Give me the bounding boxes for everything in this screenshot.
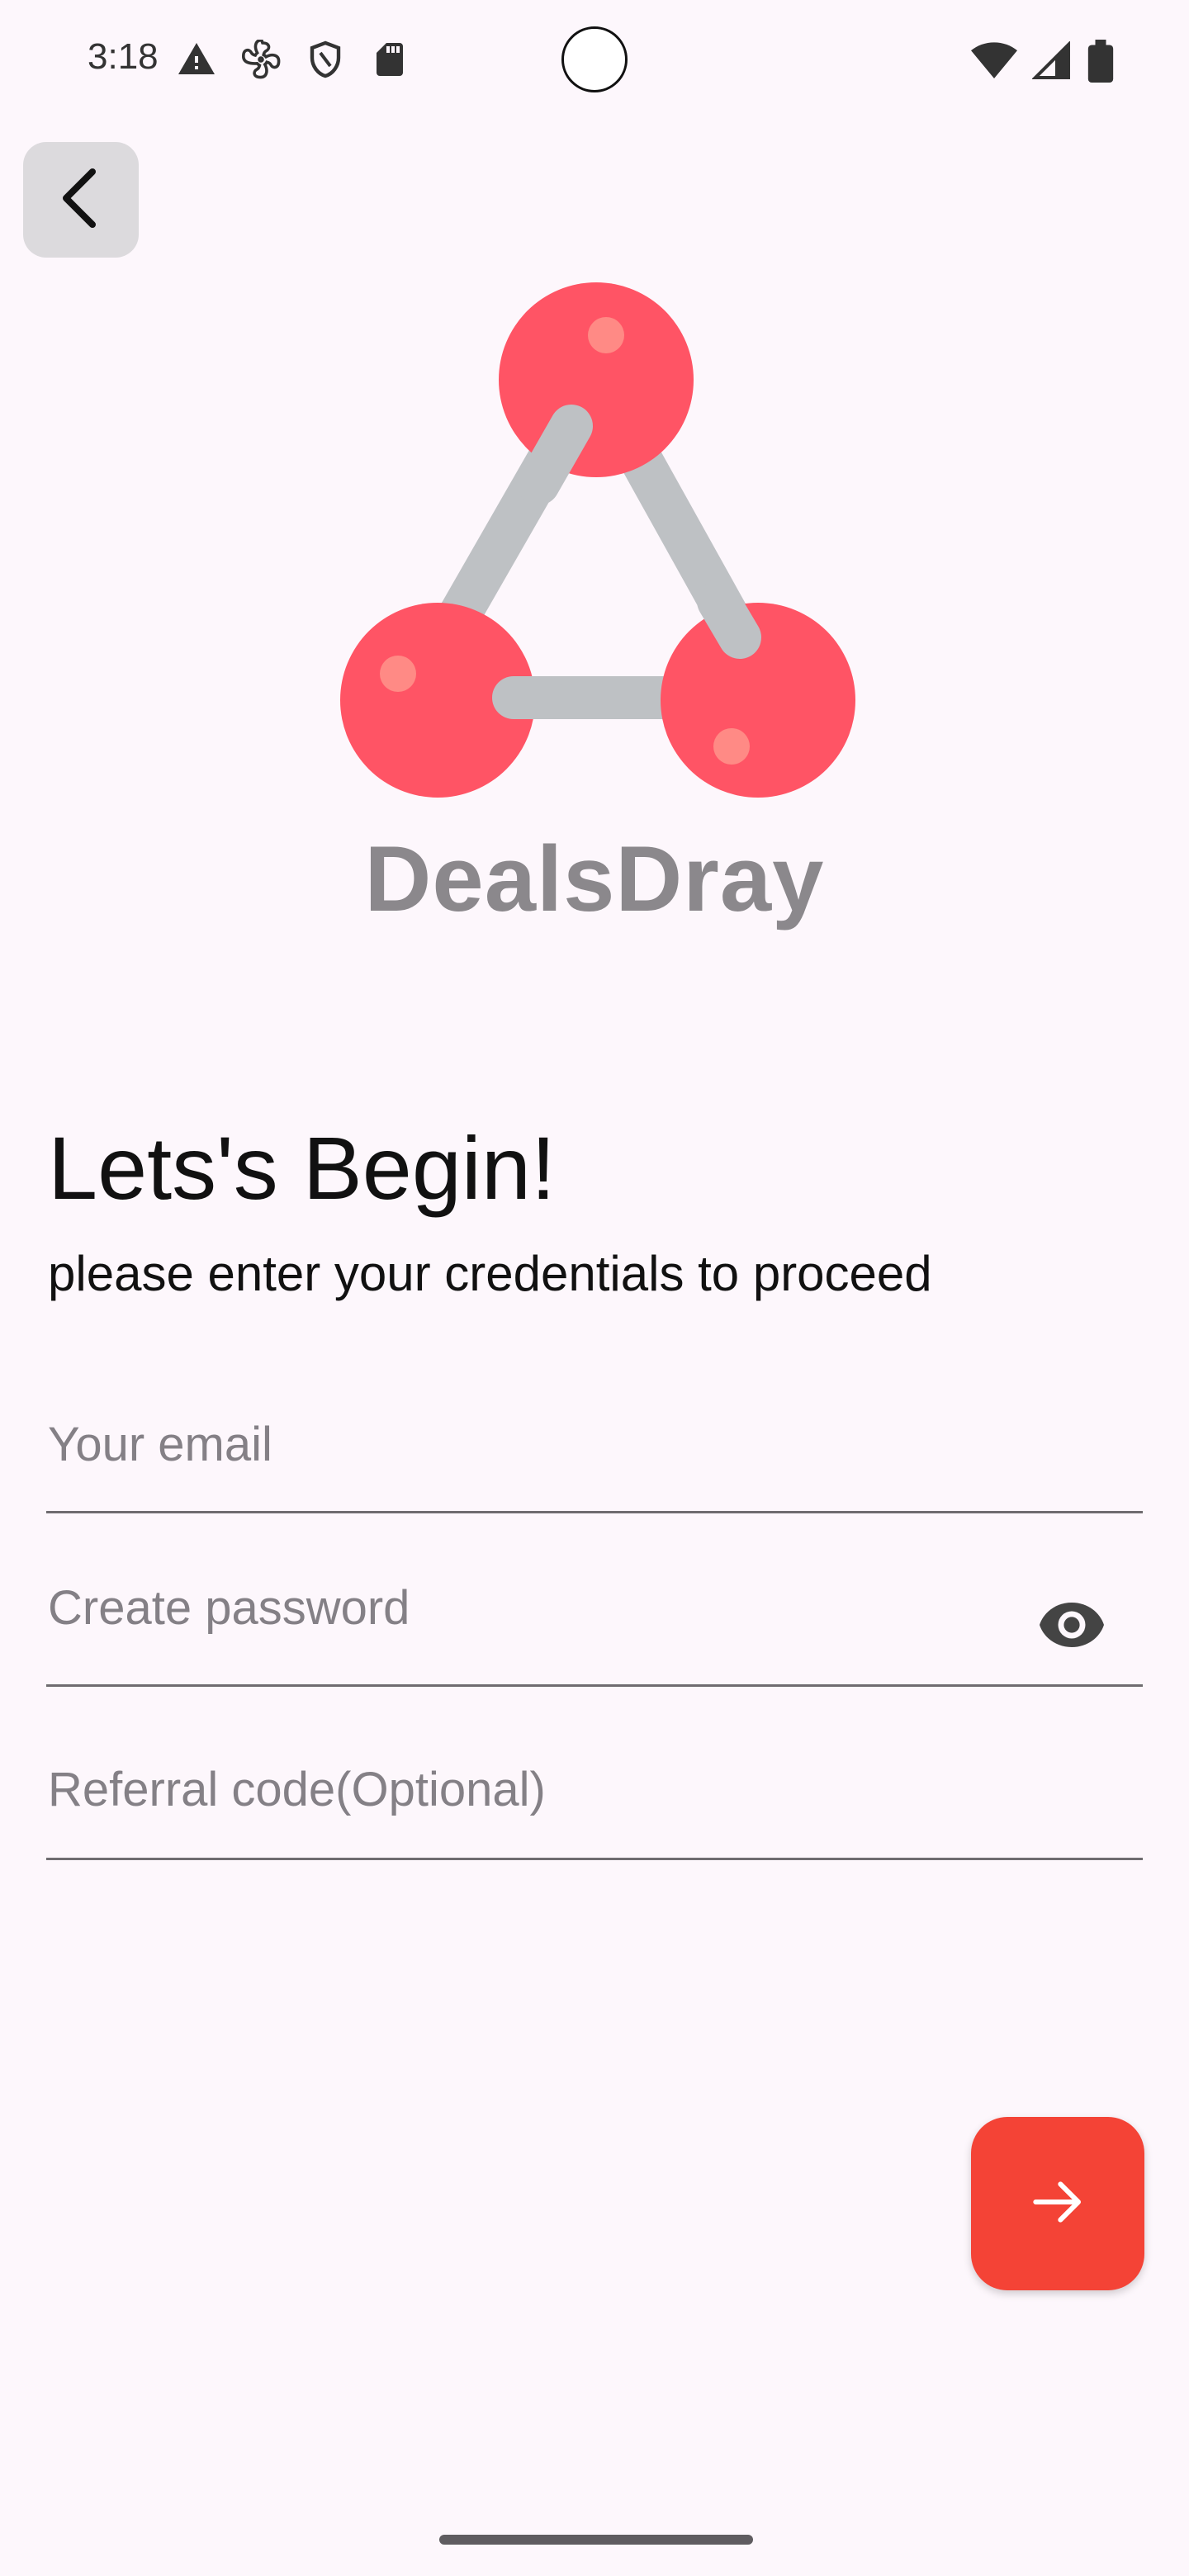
arrow-right-icon <box>1025 2169 1091 2239</box>
wifi-icon <box>971 41 1017 85</box>
page-subtitle: please enter your credentials to proceed <box>48 1246 932 1301</box>
next-button[interactable] <box>971 2117 1144 2290</box>
chevron-left-icon <box>56 165 106 235</box>
referral-placeholder: Referral code(Optional) <box>48 1763 546 1816</box>
status-bar: 3:18 <box>0 0 1189 124</box>
status-time: 3:18 <box>88 36 159 77</box>
warning-icon <box>177 40 223 86</box>
password-field[interactable]: Create password <box>46 1560 1143 1687</box>
back-button[interactable] <box>23 142 139 258</box>
shield-icon <box>306 40 352 86</box>
fan-icon <box>241 38 287 86</box>
show-password-button[interactable] <box>1034 1589 1110 1664</box>
email-field[interactable]: Your email <box>46 1395 1143 1513</box>
sd-card-icon <box>370 40 416 86</box>
home-indicator[interactable] <box>439 2535 753 2545</box>
status-system-icons <box>971 40 1115 87</box>
eye-icon <box>1037 1600 1106 1654</box>
app-logo <box>330 272 867 809</box>
brand-name: DealsDray <box>364 827 825 930</box>
status-notification-icons <box>177 38 416 86</box>
email-placeholder: Your email <box>48 1418 272 1471</box>
page-title: Lets's Begin! <box>48 1118 556 1218</box>
referral-code-field[interactable]: Referral code(Optional) <box>46 1734 1143 1860</box>
signal-icon <box>1031 40 1072 85</box>
camera-cutout <box>561 26 628 92</box>
battery-icon <box>1087 40 1115 87</box>
password-placeholder: Create password <box>48 1581 410 1635</box>
